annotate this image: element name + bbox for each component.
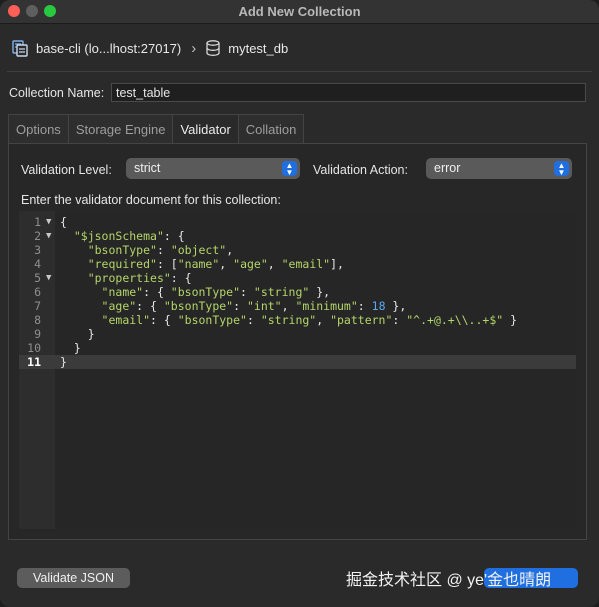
editor-line[interactable]: 3 "bsonType": "object", (19, 243, 576, 257)
updown-chevron-icon: ▲ ▼ (282, 161, 297, 177)
editor-line[interactable]: 8 "email": { "bsonType": "string", "patt… (19, 313, 576, 327)
editor-line[interactable]: 2 ▼ "$jsonSchema": { (19, 229, 576, 243)
updown-chevron-icon: ▲ ▼ (554, 161, 569, 177)
line-number: 7 (34, 299, 41, 313)
breadcrumb-database[interactable]: mytest_db (228, 41, 288, 56)
line-number: 2 (34, 229, 41, 243)
window-title: Add New Collection (238, 4, 361, 19)
editor-line[interactable]: 4 "required": ["name", "age", "email"], (19, 257, 576, 271)
code-text: "age": { "bsonType": "int", "minimum": 1… (101, 299, 407, 313)
editor-line[interactable]: 1 ▼ { (19, 215, 576, 229)
collection-name-input[interactable] (111, 83, 586, 102)
editor-line[interactable]: 6 "name": { "bsonType": "string" }, (19, 285, 576, 299)
line-number: 9 (34, 327, 41, 341)
fold-arrow-icon[interactable]: ▼ (46, 271, 51, 285)
divider (7, 71, 592, 72)
code-text: "email": { "bsonType": "string", "patter… (101, 313, 518, 327)
validation-action-label: Validation Action: (313, 163, 408, 177)
code-text: { (60, 215, 67, 229)
collection-name-label: Collection Name: (9, 86, 105, 100)
breadcrumb-server[interactable]: base-cli (lo...lhost:27017) (36, 41, 181, 56)
validator-json-editor[interactable]: 1 ▼{2 ▼ "$jsonSchema": {3 "bsonType": "obj… (19, 211, 576, 529)
validation-level-value: strict (134, 161, 161, 175)
code-text: } (60, 355, 67, 369)
line-number: 11 (27, 355, 41, 369)
line-number: 10 (27, 341, 41, 355)
code-text: "required": ["name", "age", "email"], (87, 257, 344, 271)
validator-panel: Validation Level: strict ▲ ▼ Validation A… (8, 143, 587, 540)
editor-line[interactable]: 10 } (19, 341, 576, 355)
line-number: 6 (34, 285, 41, 299)
line-number: 8 (34, 313, 41, 327)
line-number: 4 (34, 257, 41, 271)
watermark: 掘金技术社区 @ ye'金也晴朗 (346, 572, 552, 589)
code-text: "properties": { (87, 271, 192, 285)
validation-level-label: Validation Level: (21, 163, 112, 177)
line-number: 5 (34, 271, 41, 285)
validate-json-button[interactable]: Validate JSON (17, 568, 130, 588)
code-text: "name": { "bsonType": "string" }, (101, 285, 331, 299)
line-number: 1 (34, 215, 41, 229)
tab-validator[interactable]: Validator (172, 114, 238, 144)
editor-line[interactable]: 7 "age": { "bsonType": "int", "minimum":… (19, 299, 576, 313)
validation-action-value: error (434, 161, 461, 175)
title-bar: Add New Collection (0, 0, 599, 24)
breadcrumb: base-cli (lo...lhost:27017) › mytest_db (12, 38, 288, 58)
chevron-right-icon: › (191, 39, 197, 57)
code-text: } (60, 327, 95, 341)
editor-line[interactable]: 11} (19, 355, 576, 369)
database-icon (206, 40, 220, 56)
server-icon (12, 39, 28, 57)
code-text: } (60, 341, 81, 355)
editor-prompt-label: Enter the validator document for this co… (21, 193, 281, 207)
editor-line[interactable]: 9 } (19, 327, 576, 341)
validation-action-select[interactable]: error ▲ ▼ (426, 158, 572, 179)
fold-arrow-icon[interactable]: ▼ (46, 215, 51, 229)
fold-arrow-icon[interactable]: ▼ (46, 229, 51, 243)
validation-level-select[interactable]: strict ▲ ▼ (126, 158, 300, 179)
tab-collation[interactable]: Collation (237, 114, 305, 144)
tab-options[interactable]: Options (8, 114, 68, 144)
line-number: 3 (34, 243, 41, 257)
tab-storage-engine[interactable]: Storage Engine (67, 114, 173, 144)
editor-line[interactable]: 5 ▼ "properties": { (19, 271, 576, 285)
tab-bar: Options Storage Engine Validator Collati… (8, 114, 305, 144)
code-text: "$jsonSchema": { (73, 229, 185, 243)
code-text: "bsonType": "object", (87, 243, 234, 257)
add-collection-window: Add New Collection base-cli (lo...lhost:… (0, 0, 599, 607)
